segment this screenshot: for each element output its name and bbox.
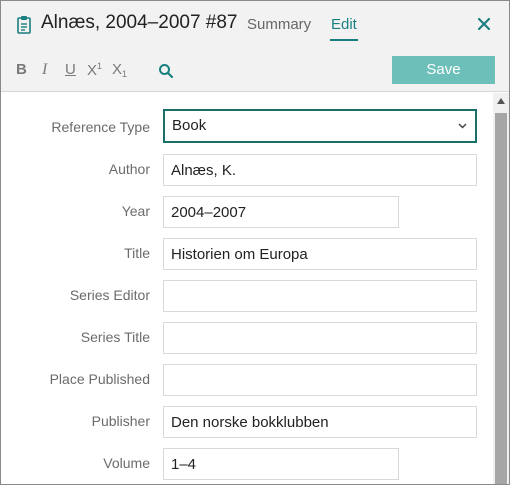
author-label: Author xyxy=(108,161,150,177)
reference-editor-window: Alnæs, 2004–2007 #87 Summary Edit B I U … xyxy=(0,0,510,485)
series-title-field[interactable] xyxy=(163,322,477,354)
place-published-field[interactable] xyxy=(163,364,477,396)
series-editor-field[interactable] xyxy=(163,280,477,312)
close-icon[interactable] xyxy=(475,15,493,33)
search-icon[interactable] xyxy=(158,63,174,79)
formatting-toolbar: B I U X1 X1 Save xyxy=(1,53,509,87)
subscript-base: X xyxy=(112,61,123,78)
chevron-down-icon xyxy=(458,123,467,129)
reference-type-value: Book xyxy=(172,117,207,134)
reference-type-label: Reference Type xyxy=(51,119,150,135)
reference-form: Reference Type Book Author Year Title Se… xyxy=(1,93,493,484)
tab-summary[interactable]: Summary xyxy=(247,16,311,33)
reference-title: Alnæs, 2004–2007 #87 xyxy=(41,12,238,33)
tab-edit[interactable]: Edit xyxy=(330,16,358,41)
year-field[interactable] xyxy=(163,196,399,228)
title-field[interactable] xyxy=(163,238,477,270)
subscript-button[interactable]: X1 xyxy=(112,61,127,79)
bold-button[interactable]: B xyxy=(16,61,27,78)
vertical-scrollbar[interactable] xyxy=(493,93,509,484)
series-title-label: Series Title xyxy=(80,329,150,345)
subscript-mark: 1 xyxy=(122,69,128,79)
volume-field[interactable] xyxy=(163,448,399,480)
superscript-button[interactable]: X1 xyxy=(87,61,102,79)
scroll-thumb[interactable] xyxy=(495,113,507,484)
series-editor-label: Series Editor xyxy=(69,287,150,303)
italic-button[interactable]: I xyxy=(42,61,47,79)
year-label: Year xyxy=(121,203,150,219)
title-label: Title xyxy=(124,245,150,261)
clipboard-icon xyxy=(17,16,31,34)
author-field[interactable] xyxy=(163,154,477,186)
reference-type-select[interactable]: Book xyxy=(163,109,477,143)
place-published-label: Place Published xyxy=(49,371,150,387)
superscript-base: X xyxy=(87,62,98,79)
title-row: Alnæs, 2004–2007 #87 Summary Edit xyxy=(1,1,509,49)
superscript-mark: 1 xyxy=(97,61,103,71)
publisher-label: Publisher xyxy=(91,413,150,429)
volume-label: Volume xyxy=(103,455,150,471)
underline-button[interactable]: U xyxy=(65,61,76,78)
publisher-field[interactable] xyxy=(163,406,477,438)
header: Alnæs, 2004–2007 #87 Summary Edit B I U … xyxy=(1,1,509,92)
save-button[interactable]: Save xyxy=(392,56,495,84)
scroll-up-arrow-icon[interactable] xyxy=(496,97,506,105)
